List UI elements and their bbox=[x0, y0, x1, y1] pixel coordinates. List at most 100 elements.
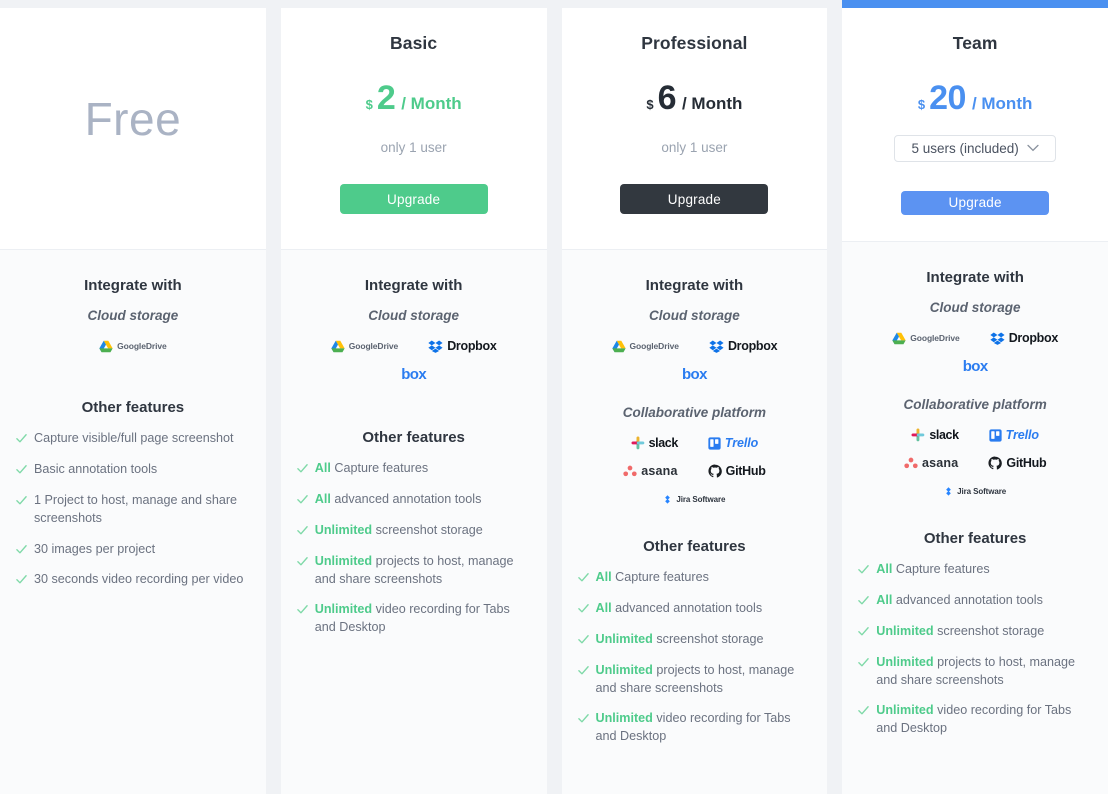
slack-icon bbox=[911, 428, 925, 442]
check-icon bbox=[297, 463, 308, 474]
feature-item: Capture visible/full page screenshot bbox=[16, 430, 250, 448]
trello-icon bbox=[989, 429, 1002, 442]
dropbox-icon bbox=[428, 340, 443, 353]
price-amount: 2 bbox=[377, 81, 395, 115]
jira-icon bbox=[944, 487, 953, 496]
feature-item: Unlimited screenshot storage bbox=[858, 623, 1092, 641]
feature-label: advanced annotation tools bbox=[334, 492, 481, 506]
slack-icon bbox=[631, 436, 645, 450]
logo-jira: Jira Software bbox=[944, 482, 1006, 500]
check-icon bbox=[858, 657, 869, 668]
logo-asana-label: asana bbox=[641, 464, 677, 478]
feature-text: All Capture features bbox=[315, 460, 428, 478]
price-currency: $ bbox=[646, 98, 653, 111]
logo-row: Jira Software bbox=[858, 482, 1092, 500]
feature-highlight: All bbox=[315, 492, 331, 506]
feature-text: All Capture features bbox=[876, 561, 989, 579]
logo-google-drive: GoogleDrive bbox=[612, 337, 679, 355]
feature-list-free: Capture visible/full page screenshot Basi… bbox=[16, 430, 250, 589]
logo-box: box bbox=[401, 365, 426, 383]
logo-row: GoogleDrive bbox=[16, 337, 250, 355]
logo-box: box bbox=[682, 365, 707, 383]
check-icon bbox=[858, 705, 869, 716]
logo-github-label: GitHub bbox=[1006, 456, 1046, 470]
feature-highlight: All bbox=[596, 601, 612, 615]
upgrade-button-team[interactable]: Upgrade bbox=[901, 191, 1049, 216]
feature-text: Unlimited video recording for Tabs and D… bbox=[315, 601, 527, 637]
upgrade-button-basic[interactable]: Upgrade bbox=[340, 184, 488, 214]
plan-column-team: Team$20/ Month5 users (included)UpgradeI… bbox=[842, 0, 1108, 794]
logo-google-drive-label: GoogleDrive bbox=[910, 333, 959, 343]
logo-row: box bbox=[858, 357, 1092, 375]
feature-item: All advanced annotation tools bbox=[858, 592, 1092, 610]
feature-list-professional: All Capture featuresAll advanced annotat… bbox=[578, 569, 812, 746]
upgrade-button-professional[interactable]: Upgrade bbox=[620, 184, 768, 214]
check-icon bbox=[578, 713, 589, 724]
logo-jira-label: Jira Software bbox=[957, 487, 1006, 496]
feature-text: Basic annotation tools bbox=[34, 461, 157, 479]
logo-box: box bbox=[963, 357, 988, 375]
feature-text: All advanced annotation tools bbox=[876, 592, 1043, 610]
plan-title-team: Team bbox=[953, 33, 998, 54]
logo-slack-label: slack bbox=[649, 436, 678, 450]
logo-trello: Trello bbox=[708, 434, 758, 452]
logo-asana: asana bbox=[623, 462, 677, 480]
feature-item: All Capture features bbox=[578, 569, 812, 587]
plan-features-team: Integrate withCloud storageGoogleDriveDr… bbox=[842, 242, 1108, 794]
logo-row: GoogleDriveDropbox bbox=[578, 337, 812, 355]
dropbox-icon bbox=[709, 340, 724, 353]
integrate-with-heading: Integrate with bbox=[16, 277, 250, 294]
feature-text: Unlimited video recording for Tabs and D… bbox=[596, 710, 808, 746]
logo-dropbox: Dropbox bbox=[990, 329, 1058, 347]
check-icon bbox=[16, 574, 27, 585]
logo-google-drive-label: GoogleDrive bbox=[349, 341, 398, 351]
chevron-down-icon bbox=[1027, 144, 1039, 152]
plan-accent-bar-team bbox=[842, 0, 1108, 8]
feature-highlight: Unlimited bbox=[876, 624, 933, 638]
feature-item: Unlimited video recording for Tabs and D… bbox=[858, 702, 1092, 738]
check-icon bbox=[16, 544, 27, 555]
feature-list-team: All Capture features All advanced annotat… bbox=[858, 561, 1092, 738]
feature-highlight: Unlimited bbox=[315, 554, 372, 568]
plan-header-basic: Basic$2/ Monthonly 1 userUpgrade bbox=[281, 8, 547, 250]
feature-item: Unlimited projects to host, manage and s… bbox=[297, 553, 531, 589]
feature-text: Capture visible/full page screenshot bbox=[34, 430, 234, 448]
logo-slack: slack bbox=[911, 426, 958, 444]
other-features-heading: Other features bbox=[16, 399, 250, 416]
logo-google-drive: GoogleDrive bbox=[99, 337, 166, 355]
cloud-storage-subheading: Cloud storage bbox=[858, 300, 1092, 315]
feature-label: 1 Project to host, manage and share scre… bbox=[34, 493, 237, 525]
feature-label: 30 seconds video recording per video bbox=[34, 572, 243, 586]
logo-row: asana GitHub bbox=[858, 454, 1092, 472]
cloud-storage-subheading: Cloud storage bbox=[297, 308, 531, 323]
plan-column-professional: Professional$6/ Monthonly 1 userUpgradeI… bbox=[562, 0, 828, 794]
check-icon bbox=[578, 603, 589, 614]
github-icon bbox=[988, 456, 1002, 470]
plan-features-free: Integrate withCloud storageGoogleDriveOt… bbox=[0, 250, 266, 794]
feature-label: Basic annotation tools bbox=[34, 462, 157, 476]
google-drive-icon bbox=[612, 340, 626, 353]
logo-row: slackTrello bbox=[858, 426, 1092, 444]
logo-row: slack Trello bbox=[578, 434, 812, 452]
pricing-plans-grid: FreeIntegrate withCloud storageGoogleDri… bbox=[0, 0, 1108, 794]
feature-list-basic: All Capture featuresAll advanced annotat… bbox=[297, 460, 531, 637]
check-icon bbox=[578, 665, 589, 676]
feature-item: All Capture features bbox=[858, 561, 1092, 579]
asana-icon bbox=[623, 465, 637, 477]
users-count-select[interactable]: 5 users (included) bbox=[894, 135, 1056, 162]
feature-label: Capture features bbox=[615, 570, 709, 584]
feature-label: advanced annotation tools bbox=[896, 593, 1043, 607]
cloud-storage-logos: GoogleDrive Dropboxbox bbox=[858, 329, 1092, 375]
plan-accent-bar-free bbox=[0, 0, 266, 8]
plan-price-basic: $2/ Month bbox=[366, 81, 462, 115]
other-features-heading: Other features bbox=[858, 530, 1092, 547]
check-icon bbox=[16, 433, 27, 444]
price-currency: $ bbox=[918, 98, 925, 111]
feature-highlight: All bbox=[315, 461, 331, 475]
feature-item: 1 Project to host, manage and share scre… bbox=[16, 492, 250, 528]
feature-item: All advanced annotation tools bbox=[297, 491, 531, 509]
plan-free-label: Free bbox=[85, 92, 182, 146]
logo-asana-label: asana bbox=[922, 456, 958, 470]
cloud-storage-logos: GoogleDrive bbox=[16, 337, 250, 355]
feature-label: screenshot storage bbox=[656, 632, 763, 646]
